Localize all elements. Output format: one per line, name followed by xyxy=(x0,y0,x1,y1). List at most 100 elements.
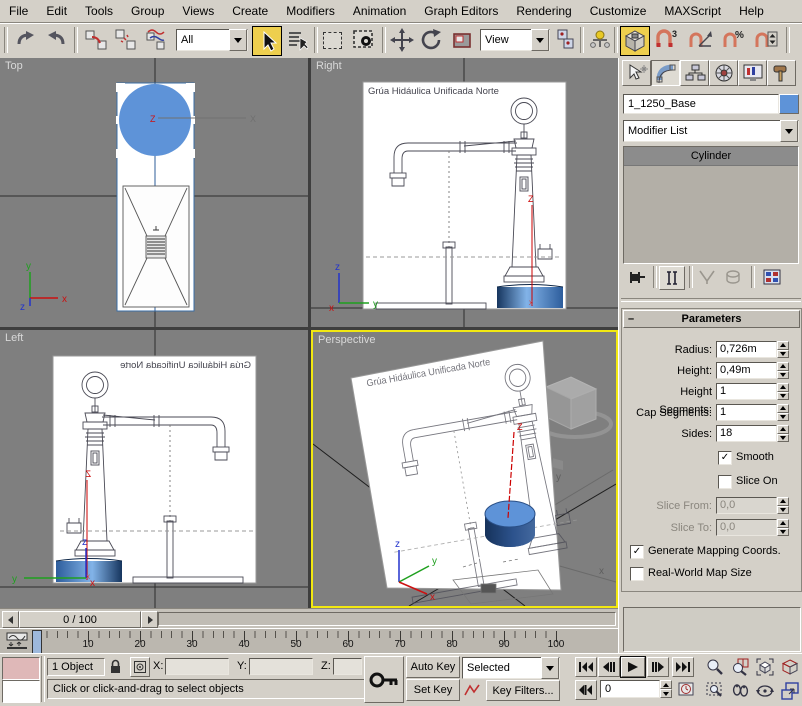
remove-modifier-button[interactable] xyxy=(721,266,745,288)
sides-spinner[interactable] xyxy=(777,425,789,442)
zoom-extents-button[interactable] xyxy=(753,656,777,678)
height-segments-spinner[interactable] xyxy=(777,383,789,400)
reference-coordinate-system-dropdown[interactable]: View xyxy=(480,29,550,51)
unlink-selection-button[interactable] xyxy=(112,26,140,54)
go-to-start-button[interactable] xyxy=(575,657,597,677)
height-spinner[interactable] xyxy=(777,362,789,379)
viewport-left-label[interactable]: Left xyxy=(5,332,23,344)
zoom-button[interactable] xyxy=(703,656,727,678)
menu-maxscript[interactable]: MAXScript xyxy=(655,4,730,18)
viewport-perspective-label[interactable]: Perspective xyxy=(318,334,375,346)
selection-filter-arrow[interactable] xyxy=(229,29,247,51)
stack-item-cylinder[interactable]: Cylinder xyxy=(624,147,798,166)
set-key-button[interactable]: Set Key xyxy=(406,679,460,701)
percent-snap-button[interactable]: % xyxy=(720,26,748,54)
show-end-result-button[interactable] xyxy=(659,266,685,290)
tab-modify[interactable] xyxy=(651,60,680,86)
selection-lock-toggle[interactable] xyxy=(106,657,124,675)
menu-edit[interactable]: Edit xyxy=(37,4,76,18)
tab-motion[interactable] xyxy=(709,60,738,86)
absolute-mode-transform-toggle[interactable] xyxy=(130,657,150,677)
menu-create[interactable]: Create xyxy=(223,4,277,18)
key-mode-dropdown[interactable]: Selected xyxy=(462,657,560,679)
rollout-collapse-icon[interactable]: – xyxy=(628,311,634,327)
angle-snap-button[interactable] xyxy=(686,26,714,54)
modifier-stack-list[interactable]: Cylinder xyxy=(623,146,799,264)
arc-rotate-button[interactable] xyxy=(753,680,777,702)
configure-modifier-sets-button[interactable] xyxy=(759,266,785,288)
menu-tools[interactable]: Tools xyxy=(76,4,122,18)
key-filters-button[interactable]: Key Filters... xyxy=(486,680,560,701)
radius-spinner[interactable] xyxy=(777,341,789,358)
snap-3d-button[interactable]: 3 xyxy=(652,26,680,54)
tab-display[interactable] xyxy=(738,60,767,86)
rollout-header[interactable]: – Parameters xyxy=(623,310,800,328)
y-coord-field[interactable] xyxy=(249,658,313,675)
select-and-scale-button[interactable] xyxy=(448,26,476,54)
pan-view-button[interactable] xyxy=(728,680,752,702)
play-animation-button[interactable] xyxy=(621,657,645,677)
zoom-region-button[interactable] xyxy=(703,680,727,702)
cap-segments-spinner[interactable] xyxy=(777,404,789,421)
object-color-swatch[interactable] xyxy=(779,94,799,114)
default-in-out-tangents-button[interactable] xyxy=(462,680,482,699)
viewport-top[interactable]: Top X Z y xyxy=(0,58,308,327)
modifier-list-arrow[interactable] xyxy=(780,120,798,142)
current-frame-field[interactable]: 0 xyxy=(600,680,660,698)
real-world-map-size-checkbox[interactable] xyxy=(630,567,644,581)
zoom-extents-all-button[interactable] xyxy=(778,656,802,678)
coord-system-arrow[interactable] xyxy=(531,29,549,51)
select-and-manipulate-button[interactable] xyxy=(586,26,614,54)
selection-filter-dropdown[interactable]: All xyxy=(176,29,248,51)
menu-help[interactable]: Help xyxy=(730,4,773,18)
slice-on-checkbox[interactable] xyxy=(718,475,732,489)
time-configuration-button[interactable] xyxy=(676,680,696,698)
zoom-all-button[interactable] xyxy=(728,656,752,678)
time-slider-prev-button[interactable] xyxy=(2,611,19,628)
tab-utilities[interactable] xyxy=(767,60,796,86)
redo-button[interactable] xyxy=(42,26,70,54)
key-mode-toggle-button[interactable] xyxy=(575,680,597,700)
select-and-move-button[interactable] xyxy=(388,26,416,54)
time-slider-next-button[interactable] xyxy=(141,611,158,628)
menu-customize[interactable]: Customize xyxy=(581,4,656,18)
menu-views[interactable]: Views xyxy=(173,4,223,18)
viewport-right[interactable]: Right Z x z y x xyxy=(311,58,618,327)
select-object-button[interactable] xyxy=(252,26,282,56)
bind-to-space-warp-button[interactable] xyxy=(142,26,170,54)
x-coord-field[interactable] xyxy=(165,658,229,675)
tab-create[interactable] xyxy=(622,60,651,86)
time-slider-track[interactable] xyxy=(158,612,616,626)
sides-field[interactable]: 18 xyxy=(716,425,777,442)
macro-recorder-mini-listener[interactable] xyxy=(2,657,40,680)
viewport-perspective[interactable]: Perspective y x xyxy=(311,330,618,608)
pin-stack-button[interactable] xyxy=(625,266,649,288)
z-coord-field[interactable] xyxy=(333,658,362,675)
auto-key-button[interactable]: Auto Key xyxy=(406,656,460,678)
key-mode-arrow[interactable] xyxy=(541,657,559,679)
time-slider-handle[interactable]: 0 / 100 xyxy=(19,611,141,628)
menu-graph-editors[interactable]: Graph Editors xyxy=(415,4,507,18)
viewport-top-label[interactable]: Top xyxy=(5,60,23,72)
menu-animation[interactable]: Animation xyxy=(344,4,415,18)
select-by-name-button[interactable] xyxy=(284,26,312,54)
menu-modifiers[interactable]: Modifiers xyxy=(277,4,344,18)
next-frame-button[interactable] xyxy=(647,657,669,677)
menu-group[interactable]: Group xyxy=(122,4,173,18)
spinner-snap-button[interactable] xyxy=(752,26,780,54)
smooth-checkbox[interactable]: ✓ xyxy=(718,451,732,465)
go-to-end-button[interactable] xyxy=(672,657,694,677)
cylinder-perspective-top[interactable] xyxy=(485,501,535,527)
track-bar-frame-handle[interactable] xyxy=(32,630,42,654)
maxscript-mini-listener[interactable] xyxy=(2,680,40,703)
menu-file[interactable]: File xyxy=(0,4,37,18)
radius-field[interactable]: 0,726m xyxy=(716,341,777,358)
make-unique-button[interactable] xyxy=(695,266,719,288)
min-max-toggle-button[interactable] xyxy=(778,680,802,702)
previous-frame-button[interactable] xyxy=(598,657,620,677)
snaps-toggle-button[interactable] xyxy=(620,26,650,56)
object-name-field[interactable]: 1_1250_Base xyxy=(623,94,779,114)
tab-hierarchy[interactable] xyxy=(680,60,709,86)
height-field[interactable]: 0,49m xyxy=(716,362,777,379)
generate-mapping-coords-checkbox[interactable]: ✓ xyxy=(630,545,644,559)
